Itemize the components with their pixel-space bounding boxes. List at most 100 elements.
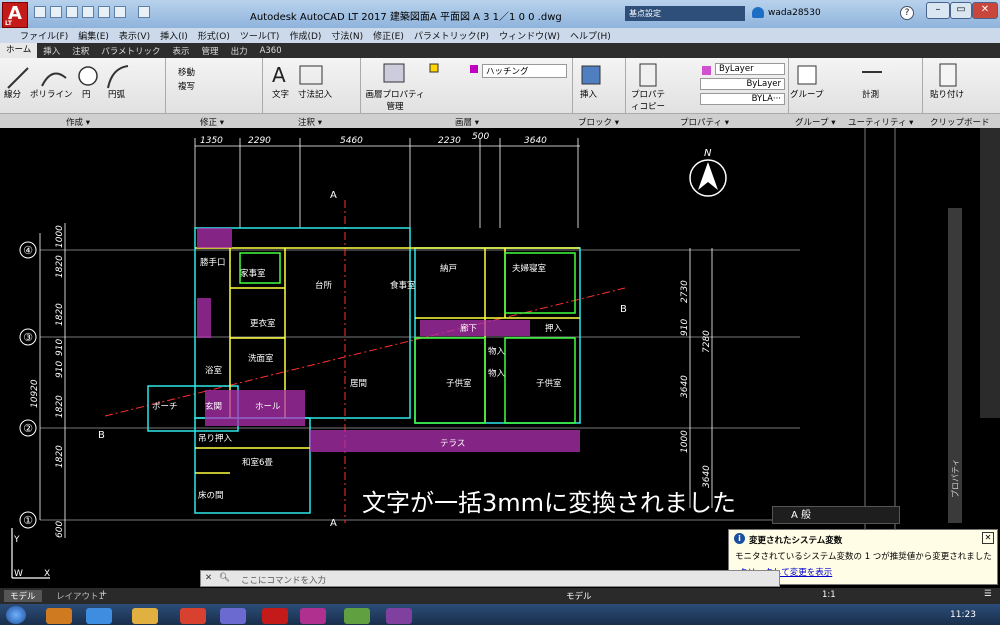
- dim-total-left: 10920: [30, 379, 40, 408]
- tab-output[interactable]: 出力: [225, 45, 254, 57]
- open-icon[interactable]: [50, 6, 62, 18]
- taskbar-media-icon[interactable]: [46, 608, 72, 624]
- tab-view[interactable]: 表示: [167, 45, 196, 57]
- paste-button[interactable]: 貼り付け: [930, 88, 964, 100]
- lineweight-dropdown[interactable]: BYLA···: [700, 93, 785, 105]
- notification-title: 変更されたシステム変数: [749, 536, 843, 546]
- linetype-dropdown[interactable]: ByLayer: [700, 78, 785, 90]
- layer-properties-button[interactable]: 画層プロパティ管理: [365, 88, 425, 112]
- command-line[interactable]: ✕ 🔍︎ ここにコマンドを入力: [200, 570, 780, 587]
- section-mark: B: [98, 430, 105, 441]
- line-button[interactable]: 線分: [4, 88, 21, 100]
- match-properties-button[interactable]: プロパティコピー: [628, 88, 668, 112]
- navigation-bar: [980, 128, 1000, 418]
- tab-insert[interactable]: 挿入: [37, 45, 66, 57]
- application-menu-button[interactable]: A LT: [2, 2, 28, 28]
- dimension-button[interactable]: 寸法記入: [298, 88, 332, 100]
- tab-a360[interactable]: A360: [254, 46, 288, 56]
- room-label: 和室6畳: [242, 457, 273, 468]
- menu-tools[interactable]: ツール(T): [240, 29, 280, 42]
- panel-modify[interactable]: 修正 ▾: [200, 116, 224, 128]
- arc-button[interactable]: 円弧: [108, 88, 125, 100]
- close-notification-button[interactable]: ✕: [982, 532, 994, 544]
- grid-label: ②: [23, 422, 33, 435]
- taskbar-explorer-icon[interactable]: [132, 608, 158, 624]
- annotation-scale[interactable]: 1:1: [822, 590, 836, 600]
- minimize-button[interactable]: –: [926, 2, 950, 19]
- taskbar-app-icon[interactable]: [220, 608, 246, 624]
- room-label: 夫婦寝室: [512, 263, 547, 274]
- circle-button[interactable]: 円: [82, 88, 91, 100]
- window-title: Autodesk AutoCAD LT 2017 建築図面A 平面図 A 3 1…: [250, 12, 562, 23]
- menu-dimension[interactable]: 寸法(N): [331, 29, 363, 42]
- tab-manage[interactable]: 管理: [196, 45, 225, 57]
- redo-icon[interactable]: [138, 6, 150, 18]
- menu-view[interactable]: 表示(V): [119, 29, 150, 42]
- model-space-button[interactable]: モデル: [566, 590, 592, 602]
- ucs-w: W: [14, 569, 23, 579]
- customize-menu-icon[interactable]: ☰: [984, 589, 992, 599]
- panel-clipboard[interactable]: クリップボード: [930, 116, 990, 128]
- polyline-button[interactable]: ポリライン: [30, 88, 73, 100]
- menu-draw[interactable]: 作成(D): [289, 29, 321, 42]
- undo-icon[interactable]: [114, 6, 126, 18]
- help-icon[interactable]: ?: [900, 6, 914, 20]
- close-button[interactable]: ✕: [972, 2, 998, 19]
- group-button[interactable]: グループ: [790, 88, 824, 100]
- taskbar-app3-icon[interactable]: [386, 608, 412, 624]
- move-button[interactable]: 移動: [178, 66, 195, 78]
- save-as-icon[interactable]: [82, 6, 94, 18]
- tab-parametric[interactable]: パラメトリック: [95, 45, 166, 57]
- command-input[interactable]: ここにコマンドを入力: [241, 574, 326, 586]
- menu-help[interactable]: ヘルプ(H): [570, 29, 611, 42]
- maximize-button[interactable]: ▭: [950, 2, 972, 19]
- section-mark: A: [330, 518, 337, 529]
- model-tab[interactable]: モデル: [4, 590, 42, 602]
- menu-edit[interactable]: 編集(E): [78, 29, 109, 42]
- taskbar-ie-icon[interactable]: [86, 608, 112, 624]
- new-icon[interactable]: [34, 6, 46, 18]
- panel-layers[interactable]: 画層 ▾: [455, 116, 479, 128]
- menu-insert[interactable]: 挿入(I): [160, 29, 188, 42]
- group-icon: [797, 65, 817, 85]
- text-button[interactable]: 文字: [272, 88, 289, 100]
- panel-utilities[interactable]: ユーティリティ ▾: [848, 116, 913, 128]
- hatch-dropdown[interactable]: ハッチング: [482, 64, 567, 78]
- menu-file[interactable]: ファイル(F): [20, 29, 68, 42]
- print-icon[interactable]: [98, 6, 110, 18]
- close-cmd-icon[interactable]: ✕: [205, 573, 212, 583]
- room-label: 押入: [545, 323, 563, 334]
- tab-home[interactable]: ホーム: [0, 43, 38, 58]
- taskbar-app2-icon[interactable]: [300, 608, 326, 624]
- menu-window[interactable]: ウィンドウ(W): [499, 29, 560, 42]
- panel-properties[interactable]: プロパティ ▾: [680, 116, 729, 128]
- user-name[interactable]: wada28530: [768, 8, 821, 18]
- measure-button[interactable]: 計測: [862, 88, 879, 100]
- start-button[interactable]: [6, 606, 26, 624]
- annotation-scale-palette[interactable]: A 般: [772, 506, 900, 524]
- taskbar-chrome-icon[interactable]: [180, 608, 206, 624]
- menu-parametric[interactable]: パラメトリック(P): [414, 29, 489, 42]
- dim-left: 1000: [55, 225, 65, 248]
- color-dropdown[interactable]: ByLayer: [715, 63, 785, 75]
- panel-block[interactable]: ブロック ▾: [578, 116, 619, 128]
- color-swatch: [702, 66, 711, 75]
- taskbar-autocad-icon[interactable]: [262, 608, 288, 624]
- menu-modify[interactable]: 修正(E): [373, 29, 404, 42]
- text-tool-icon: A: [272, 63, 286, 87]
- add-layout-button[interactable]: +: [100, 589, 107, 599]
- tab-annotate[interactable]: 注釈: [66, 45, 95, 57]
- info-icon: i: [734, 533, 745, 544]
- panel-groups[interactable]: グループ ▾: [795, 116, 835, 128]
- menu-format[interactable]: 形式(O): [198, 29, 230, 42]
- layout-tab[interactable]: レイアウト1: [56, 590, 104, 602]
- search-box[interactable]: 基点設定: [625, 6, 745, 21]
- panel-annotation[interactable]: 注釈 ▾: [298, 116, 322, 128]
- taskbar-paint-icon[interactable]: [344, 608, 370, 624]
- dim-top: 1350: [200, 136, 223, 146]
- copy-button[interactable]: 複写: [178, 80, 195, 92]
- insert-button[interactable]: 挿入: [580, 88, 597, 100]
- panel-draw[interactable]: 作成 ▾: [66, 116, 90, 128]
- save-icon[interactable]: [66, 6, 78, 18]
- clock[interactable]: 11:23: [950, 610, 976, 620]
